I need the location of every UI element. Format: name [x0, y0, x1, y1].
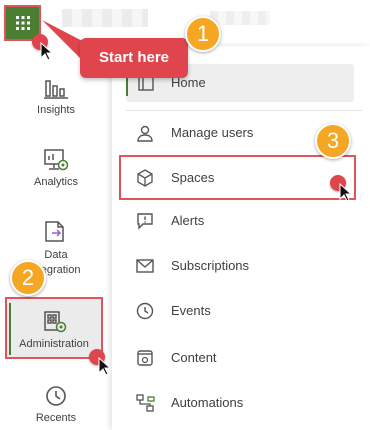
- menu-label-alerts: Alerts: [171, 213, 205, 228]
- left-nav: Insights Analytics Data ntegration: [0, 46, 112, 430]
- clock-icon: [46, 386, 66, 406]
- clock-icon: [136, 302, 154, 320]
- menu-label-content: Content: [171, 350, 217, 365]
- menu-label-automations: Automations: [171, 395, 244, 410]
- nav-label-recents: Recents: [35, 412, 77, 424]
- menu-label-events: Events: [171, 303, 211, 318]
- automation-icon: [136, 394, 155, 412]
- step-badge-2: 2: [10, 260, 46, 296]
- alert-bubble-icon: [137, 213, 153, 230]
- data-integration-icon: [45, 221, 64, 242]
- menu-label-manage-users: Manage users: [171, 125, 254, 140]
- cursor-icon: [339, 183, 353, 202]
- spaces-highlight: [119, 155, 356, 200]
- cursor-icon: [40, 42, 54, 61]
- cube-icon: [137, 169, 153, 187]
- nav-label-insights: Insights: [37, 104, 75, 116]
- start-here-callout: Start here: [80, 38, 188, 78]
- menu-label-subscriptions: Subscriptions: [171, 258, 250, 273]
- nav-label-analytics: Analytics: [33, 176, 79, 188]
- nav-item-insights[interactable]: Insights: [0, 78, 112, 116]
- blurred-region: [210, 11, 270, 25]
- grid-icon: [15, 16, 30, 30]
- menu-divider: [126, 110, 362, 111]
- nav-item-administration[interactable]: Administration: [5, 297, 103, 359]
- menu-label-spaces: Spaces: [171, 170, 215, 185]
- user-icon: [137, 125, 153, 142]
- nav-item-analytics[interactable]: Analytics: [0, 148, 112, 188]
- cursor-icon: [98, 357, 112, 376]
- step-badge-3: 3: [315, 123, 351, 159]
- administration-building-gear-icon: [44, 311, 67, 333]
- insights-chart-icon: [44, 80, 68, 99]
- content-icon: [137, 350, 153, 366]
- nav-item-recents[interactable]: Recents: [0, 384, 112, 424]
- admin-menu-panel: [112, 46, 370, 430]
- step-badge-1: 1: [185, 16, 221, 52]
- analytics-monitor-icon: [44, 149, 69, 171]
- envelope-icon: [136, 259, 154, 273]
- blurred-region: [62, 9, 148, 27]
- nav-label-administration: Administration: [19, 338, 89, 350]
